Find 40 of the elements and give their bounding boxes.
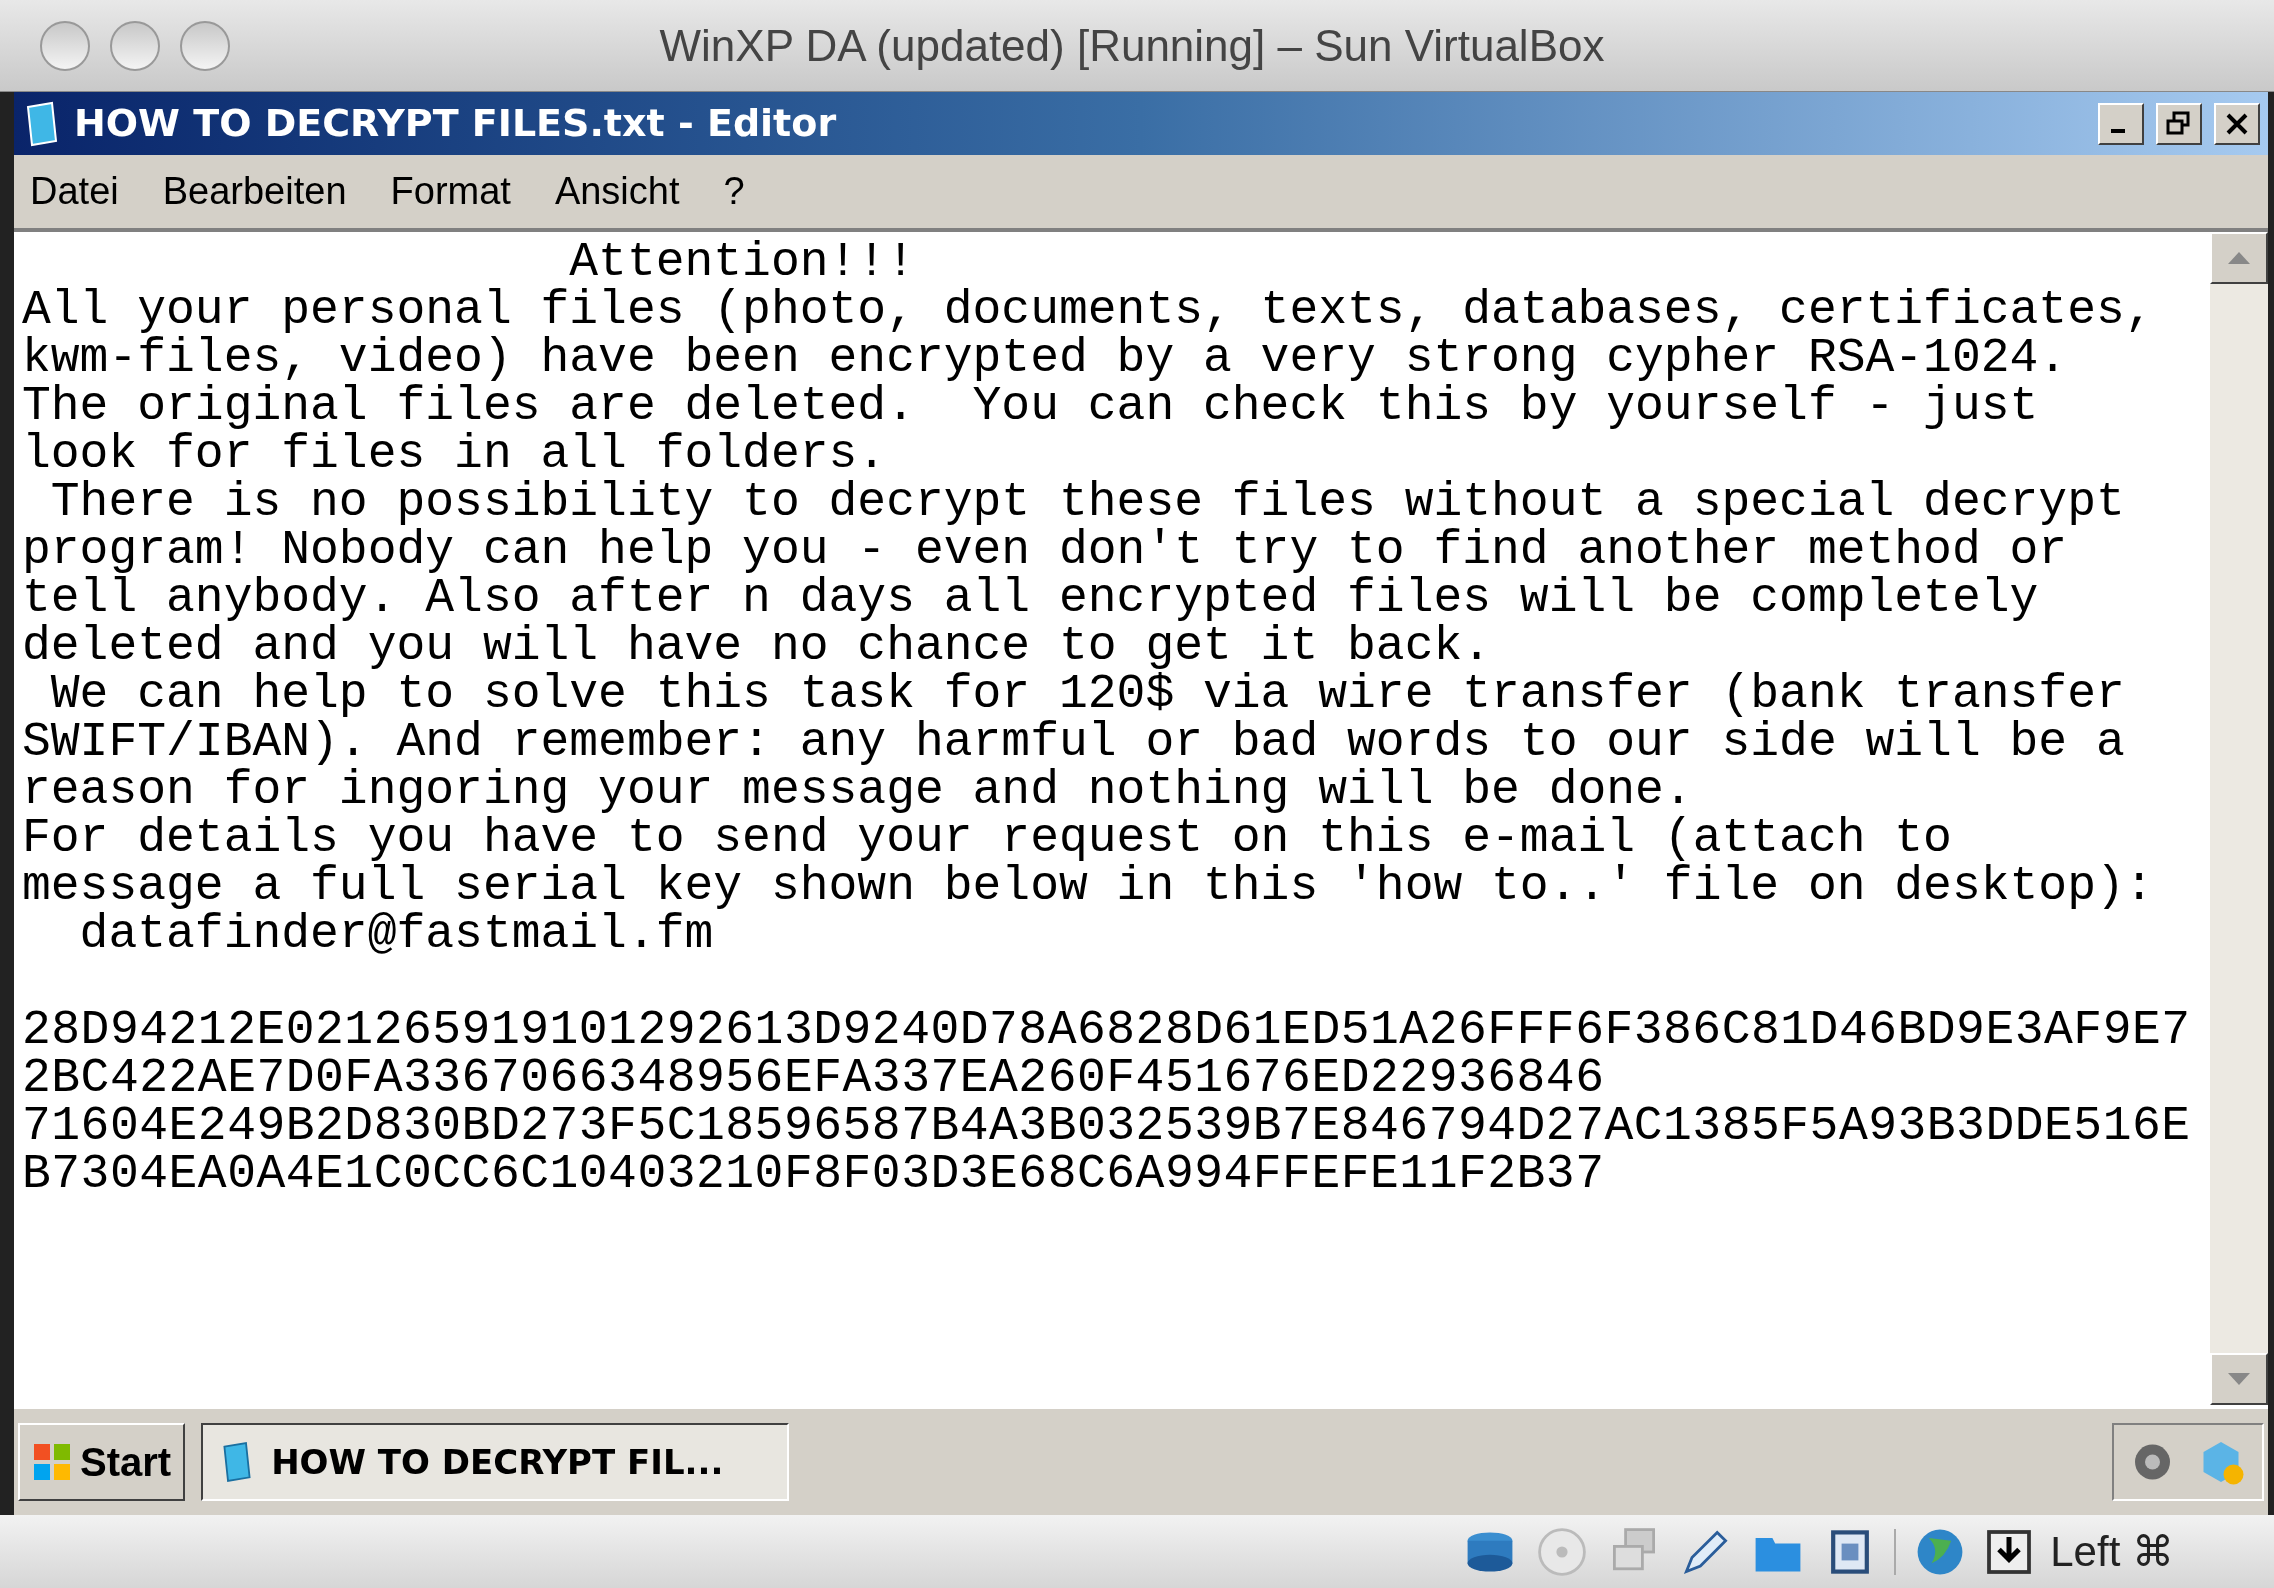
minimize-button[interactable] bbox=[2098, 102, 2144, 145]
serial-key-line: 71604E249B2D830BD273F5C18596587B4A3B032539B7E846794D27AC1385F5A93B3DDE516E bbox=[22, 1102, 2191, 1150]
text-line: Attention!!! bbox=[569, 238, 915, 286]
text-line: reason for ingoring your message and nothing will be done. bbox=[22, 766, 1693, 814]
menu-item[interactable]: ? bbox=[723, 163, 745, 220]
text-line: deleted and you will have no chance to get it back. bbox=[22, 622, 1492, 670]
text-line: program! Nobody can help you - even don't try to find another method or bbox=[22, 526, 2068, 574]
text-line: SWIFT/IBAN). And remember: any harmful or bad words to our side will be a bbox=[22, 718, 2125, 766]
serial-key-line: 28D94212E021265919101292613D9240D78A6828D61ED51A26FFF6F386C81D46BD9E3AF9E7 bbox=[22, 1006, 2191, 1054]
text-line: look for files in all folders. bbox=[22, 430, 887, 478]
serial-key-line: 2BC422AE7D0FA3367066348956EFA337EA260F451676ED22936846 bbox=[22, 1054, 1605, 1102]
close-button[interactable] bbox=[2214, 102, 2260, 145]
text-line: message a full serial key shown below in this 'how to..' file on desktop): bbox=[22, 862, 2154, 910]
text-line: datafinder@fastmail.fm bbox=[79, 910, 714, 958]
serial-key-line: B7304EA0A4E1C0CC6C10403210F8F03D3E68C6A994FFEFE11F2B37 bbox=[22, 1150, 1605, 1198]
restore-icon bbox=[2166, 110, 2192, 137]
scrollbar[interactable] bbox=[2210, 232, 2268, 1405]
windows-logo-icon bbox=[32, 1442, 72, 1482]
scroll-down-button[interactable] bbox=[2210, 1353, 2268, 1405]
taskbar-button[interactable]: HOW TO DECRYPT FIL... bbox=[201, 1423, 790, 1501]
editor-title: HOW TO DECRYPT FILES.txt - Editor bbox=[74, 100, 837, 147]
scroll-up-button[interactable] bbox=[2210, 232, 2268, 284]
menu-item[interactable]: Ansicht bbox=[554, 163, 680, 220]
menu-item[interactable]: Datei bbox=[30, 163, 119, 220]
text-line: There is no possibility to decrypt these files without a special decrypt bbox=[49, 478, 2125, 526]
text-line: tell anybody. Also after n days all encrypted files will be completely bbox=[22, 574, 2039, 622]
text-line: All your personal files (photo, documents, texts, databases, certificates, bbox=[22, 286, 2154, 334]
minimize-icon bbox=[2111, 128, 2125, 133]
arrow-down-icon bbox=[2228, 1373, 2250, 1385]
menu-item[interactable]: Format bbox=[390, 163, 511, 220]
text-line: kwm-files, video) have been encrypted by a very strong cypher RSA-1024. bbox=[22, 334, 2068, 382]
text-line: The original files are deleted. You can check this by yourself - just bbox=[22, 382, 2039, 430]
menu-item[interactable]: Bearbeiten bbox=[162, 163, 347, 220]
text-line: We can help to solve this task for 120$ via wire transfer (bank transfer bbox=[50, 670, 2125, 718]
restore-button[interactable] bbox=[2156, 102, 2202, 145]
host-key-label: Left ⌘ bbox=[2050, 1527, 2174, 1577]
arrow-up-icon bbox=[2228, 252, 2250, 264]
start-button[interactable]: Start bbox=[18, 1423, 186, 1501]
window-title: WinXP DA (updated) [Running] – Sun VirtualBox bbox=[659, 19, 1605, 72]
text-line: For details you have to send your request on this e-mail (attach to bbox=[22, 814, 1952, 862]
